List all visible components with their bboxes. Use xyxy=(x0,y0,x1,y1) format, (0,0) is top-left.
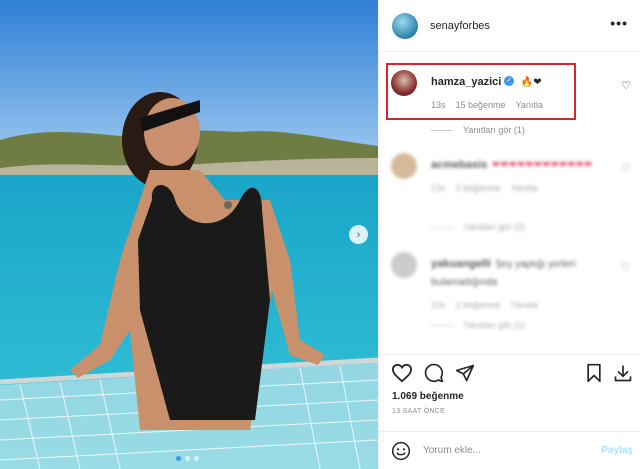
beach-photo-illustration xyxy=(0,0,378,469)
comment-meta: 13s 3 beğenme Yanıtla xyxy=(431,183,621,193)
comment-icon[interactable] xyxy=(423,363,445,383)
add-comment-bar: Paylaş xyxy=(379,431,640,469)
heart-icon[interactable] xyxy=(391,363,413,383)
highlight-frame xyxy=(386,63,576,120)
comment-like-icon[interactable]: ♡ xyxy=(621,261,631,274)
comment-text: ❤❤❤❤❤❤❤❤❤❤❤❤ xyxy=(491,160,593,171)
comment-body: acmebasis ❤❤❤❤❤❤❤❤❤❤❤❤ 13s 3 beğenme Yan… xyxy=(431,155,621,193)
share-icon[interactable] xyxy=(455,363,475,383)
carousel-dot xyxy=(185,456,190,461)
author-avatar[interactable] xyxy=(392,12,418,39)
reply-button[interactable]: Yanıtla xyxy=(511,183,538,193)
author-username[interactable]: senayforbes xyxy=(430,20,490,32)
comments-list[interactable]: hamza_yazici ✓ 🔥❤ 13s 15 beğenme Yanıtla … xyxy=(379,52,640,354)
comment-item: yakuangelli Şey yaptığı yerleri bulamadı… xyxy=(391,252,631,310)
post-actions: 1.069 beğenme 13 SAAT ÖNCE xyxy=(379,354,640,415)
view-replies-link[interactable]: Yanıtları gör (1) xyxy=(431,320,525,330)
comment-item: acmebasis ❤❤❤❤❤❤❤❤❤❤❤❤ 13s 3 beğenme Yan… xyxy=(391,153,631,209)
reply-button[interactable]: Yanıtla xyxy=(511,300,538,310)
comment-time[interactable]: 13s xyxy=(431,183,446,193)
commenter-username[interactable]: yakuangelli xyxy=(431,258,491,270)
more-options-icon[interactable]: ••• xyxy=(610,15,628,31)
carousel-indicator xyxy=(176,456,199,461)
next-photo-button[interactable]: › xyxy=(349,225,368,244)
comment-likes[interactable]: 3 beğenme xyxy=(456,183,501,193)
comment-like-icon[interactable]: ♡ xyxy=(621,79,631,92)
download-icon[interactable] xyxy=(613,363,633,383)
action-bar xyxy=(379,355,640,391)
post-comment-button[interactable]: Paylaş xyxy=(601,445,633,456)
post-header: senayforbes ••• xyxy=(379,0,640,52)
comment-body: yakuangelli Şey yaptığı yerleri bulamadı… xyxy=(431,254,621,310)
comment-meta: 13s 1 beğenme Yanıtla xyxy=(431,300,621,310)
post-photo[interactable]: › xyxy=(0,0,378,469)
post-timestamp[interactable]: 13 SAAT ÖNCE xyxy=(379,402,640,415)
bookmark-icon[interactable] xyxy=(585,363,603,383)
view-replies-link[interactable]: Yanıtları gör (1) xyxy=(431,125,525,135)
post-details-panel: senayforbes ••• hamza_yazici ✓ 🔥❤ 13s 15 … xyxy=(378,0,640,469)
comment-time[interactable]: 13s xyxy=(431,300,446,310)
commenter-avatar[interactable] xyxy=(391,252,417,278)
post-likes-count[interactable]: 1.069 beğenme xyxy=(379,391,640,402)
commenter-username[interactable]: acmebasis xyxy=(431,159,487,171)
comment-input[interactable] xyxy=(423,445,573,456)
smiley-icon[interactable] xyxy=(391,441,411,461)
carousel-dot-active xyxy=(176,456,181,461)
comment-likes[interactable]: 1 beğenme xyxy=(456,300,501,310)
view-replies-link[interactable]: Yanıtları gör (3) xyxy=(431,222,525,232)
commenter-avatar[interactable] xyxy=(391,153,417,179)
comment-like-icon[interactable]: ♡ xyxy=(621,162,631,175)
action-bar-right xyxy=(585,363,633,383)
carousel-dot xyxy=(194,456,199,461)
